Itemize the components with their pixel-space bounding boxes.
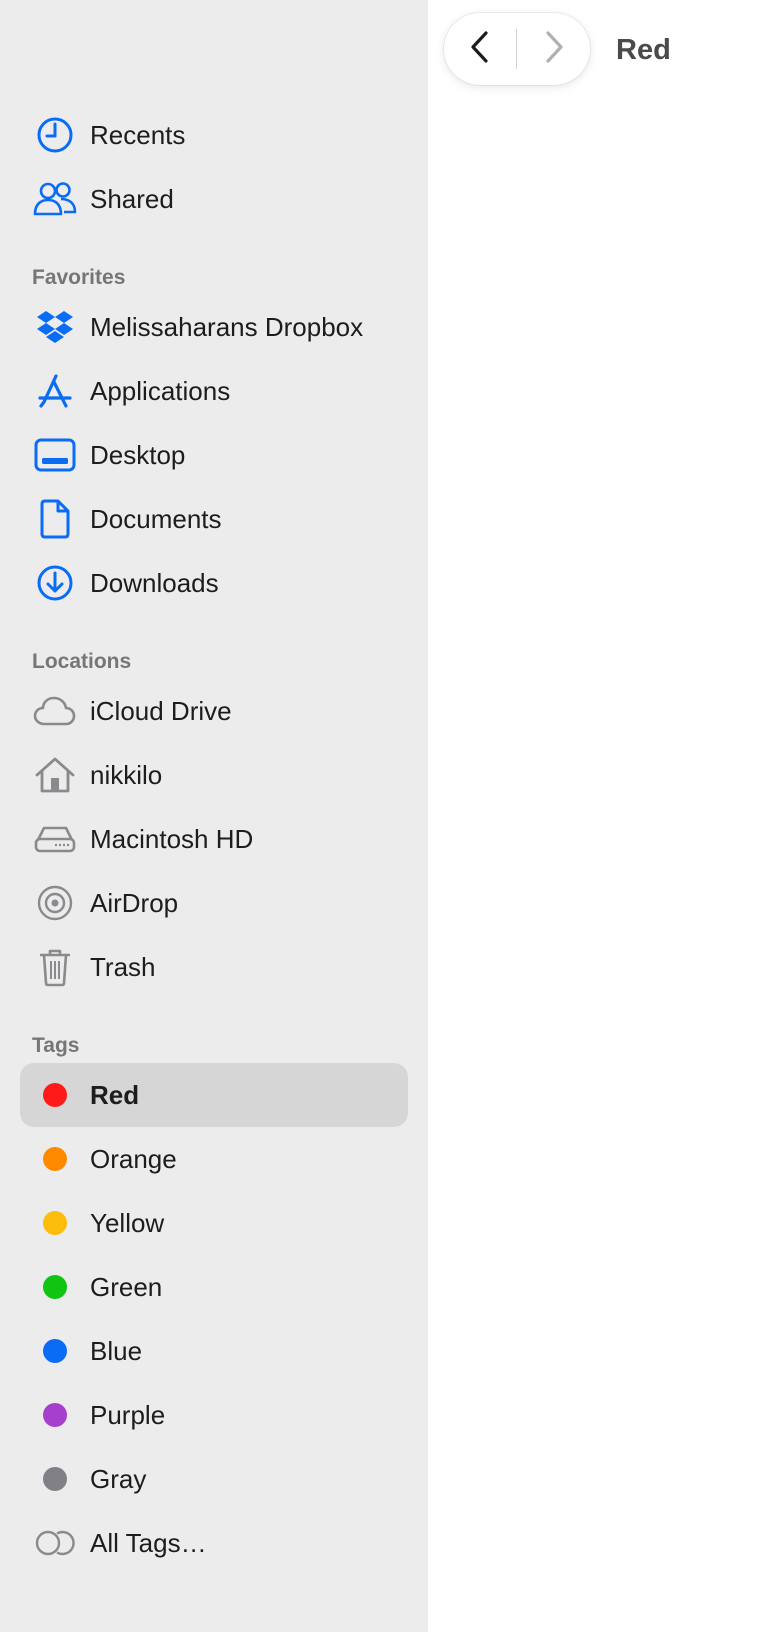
sidebar-item-recents[interactable]: Recents xyxy=(20,103,408,167)
sidebar-item-macintosh-hd[interactable]: Macintosh HD xyxy=(20,807,408,871)
hard-drive-icon xyxy=(32,816,78,862)
window-title: Red xyxy=(616,34,671,66)
sidebar-item-label: Shared xyxy=(90,183,174,214)
sidebar-item-dropbox[interactable]: Melissaharans Dropbox xyxy=(20,295,408,359)
download-icon xyxy=(32,560,78,606)
sidebar-item-tag-yellow[interactable]: Yellow xyxy=(20,1191,408,1255)
home-icon xyxy=(32,752,78,798)
sidebar-item-tag-orange[interactable]: Orange xyxy=(20,1127,408,1191)
sidebar-item-label: Purple xyxy=(90,1399,166,1430)
sidebar-item-label: Macintosh HD xyxy=(90,823,254,854)
sidebar-item-label: Trash xyxy=(90,951,156,982)
sidebar-item-home[interactable]: nikkilo xyxy=(20,743,408,807)
sidebar-item-label: Desktop xyxy=(90,439,186,470)
all-tags-icon xyxy=(32,1520,78,1566)
sidebar-item-label: Green xyxy=(90,1271,163,1302)
forward-button[interactable] xyxy=(518,13,590,85)
document-icon xyxy=(32,496,78,542)
sidebar-item-label: Downloads xyxy=(90,567,219,598)
sidebar-item-icloud-drive[interactable]: iCloud Drive xyxy=(20,679,408,743)
sidebar-item-label: nikkilo xyxy=(90,759,163,790)
red-dot-icon xyxy=(32,1072,78,1118)
sidebar: Recents Shared Favorites Melissaharans D… xyxy=(0,0,428,1632)
sidebar-item-label: Melissaharans Dropbox xyxy=(90,311,364,342)
section-header-favorites: Favorites xyxy=(32,266,126,289)
navigation-button-group xyxy=(444,13,590,85)
sidebar-item-label: All Tags… xyxy=(90,1527,207,1558)
sidebar-item-label: Orange xyxy=(90,1143,177,1174)
orange-dot-icon xyxy=(32,1136,78,1182)
dropbox-icon xyxy=(32,304,78,350)
chevron-left-icon xyxy=(468,30,492,69)
section-header-tags: Tags xyxy=(32,1034,80,1057)
sidebar-item-airdrop[interactable]: AirDrop xyxy=(20,871,408,935)
sidebar-item-trash[interactable]: Trash xyxy=(20,935,408,999)
sidebar-item-downloads[interactable]: Downloads xyxy=(20,551,408,615)
nav-divider xyxy=(516,29,517,69)
section-header-locations: Locations xyxy=(32,650,132,673)
green-dot-icon xyxy=(32,1264,78,1310)
desktop-icon xyxy=(32,432,78,478)
chevron-right-icon xyxy=(542,30,566,69)
sidebar-item-tag-green[interactable]: Green xyxy=(20,1255,408,1319)
sidebar-item-tag-red[interactable]: Red xyxy=(20,1063,408,1127)
sidebar-item-label: Documents xyxy=(90,503,222,534)
sidebar-item-tag-blue[interactable]: Blue xyxy=(20,1319,408,1383)
airdrop-icon xyxy=(32,880,78,926)
blue-dot-icon xyxy=(32,1328,78,1374)
sidebar-item-label: Gray xyxy=(90,1463,147,1494)
sidebar-item-label: Applications xyxy=(90,375,231,406)
sidebar-item-all-tags[interactable]: All Tags… xyxy=(20,1511,408,1575)
shared-people-icon xyxy=(32,176,78,222)
clock-icon xyxy=(32,112,78,158)
back-button[interactable] xyxy=(444,13,516,85)
sidebar-item-tag-purple[interactable]: Purple xyxy=(20,1383,408,1447)
cloud-icon xyxy=(32,688,78,734)
applications-icon xyxy=(32,368,78,414)
sidebar-item-tag-gray[interactable]: Gray xyxy=(20,1447,408,1511)
sidebar-item-label: Blue xyxy=(90,1335,143,1366)
purple-dot-icon xyxy=(32,1392,78,1438)
trash-icon xyxy=(32,944,78,990)
sidebar-item-documents[interactable]: Documents xyxy=(20,487,408,551)
sidebar-item-applications[interactable]: Applications xyxy=(20,359,408,423)
gray-dot-icon xyxy=(32,1456,78,1502)
sidebar-item-desktop[interactable]: Desktop xyxy=(20,423,408,487)
sidebar-item-label: Yellow xyxy=(90,1207,165,1238)
sidebar-item-label: Recents xyxy=(90,119,186,150)
sidebar-item-label: Red xyxy=(90,1079,140,1110)
sidebar-item-shared[interactable]: Shared xyxy=(20,167,408,231)
main-content: Red xyxy=(428,0,784,1632)
sidebar-item-label: AirDrop xyxy=(90,887,179,918)
yellow-dot-icon xyxy=(32,1200,78,1246)
sidebar-item-label: iCloud Drive xyxy=(90,695,232,726)
